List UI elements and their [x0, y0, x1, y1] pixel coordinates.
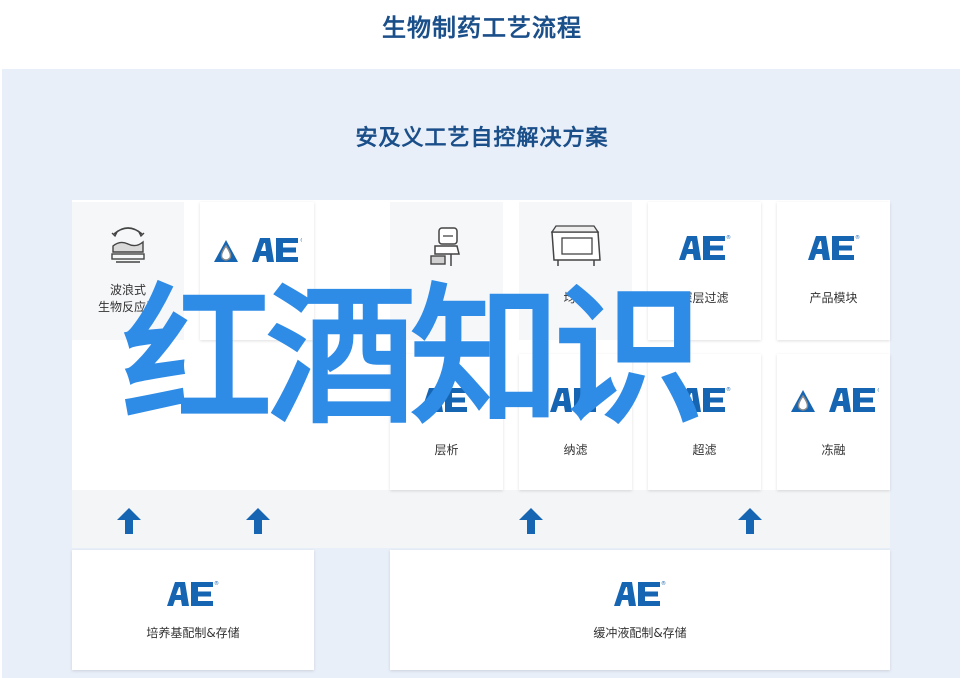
- ae-logo-with-droplet-icon: ®: [777, 384, 890, 414]
- up-arrow-icon: [246, 508, 270, 534]
- card-freeze-thaw[interactable]: ® 冻融: [777, 354, 890, 490]
- card-label: 产品模块: [809, 291, 858, 305]
- overlay-watermark-text: 红酒知识: [122, 271, 704, 445]
- arrow-band: [72, 490, 890, 548]
- header: 生物制药工艺流程: [0, 0, 964, 68]
- svg-text:®: ®: [214, 580, 219, 587]
- ae-logo-icon: ®: [72, 580, 314, 608]
- card-label: 培养基配制&存储: [146, 626, 240, 640]
- ae-logo-icon: ®: [390, 580, 890, 608]
- svg-text:®: ®: [726, 234, 731, 241]
- svg-text:®: ®: [855, 234, 860, 241]
- up-arrow-icon: [738, 508, 762, 534]
- svg-text:®: ®: [661, 580, 666, 587]
- page-title: 生物制药工艺流程: [382, 14, 582, 42]
- svg-text:®: ®: [877, 387, 879, 394]
- panel-title: 安及义工艺自控解决方案: [355, 126, 609, 151]
- card-product-module[interactable]: ® 产品模块: [777, 202, 890, 340]
- card-label: 冻融: [821, 443, 846, 457]
- up-arrow-icon: [519, 508, 543, 534]
- svg-text:®: ®: [300, 237, 302, 244]
- ae-logo-icon: ®: [777, 234, 890, 262]
- card-buffer-prep[interactable]: ® 缓冲液配制&存储: [390, 550, 890, 670]
- svg-text:®: ®: [726, 386, 731, 393]
- up-arrow-icon: [117, 508, 141, 534]
- card-media-prep[interactable]: ® 培养基配制&存储: [72, 550, 314, 670]
- card-label: 缓冲液配制&存储: [593, 626, 687, 640]
